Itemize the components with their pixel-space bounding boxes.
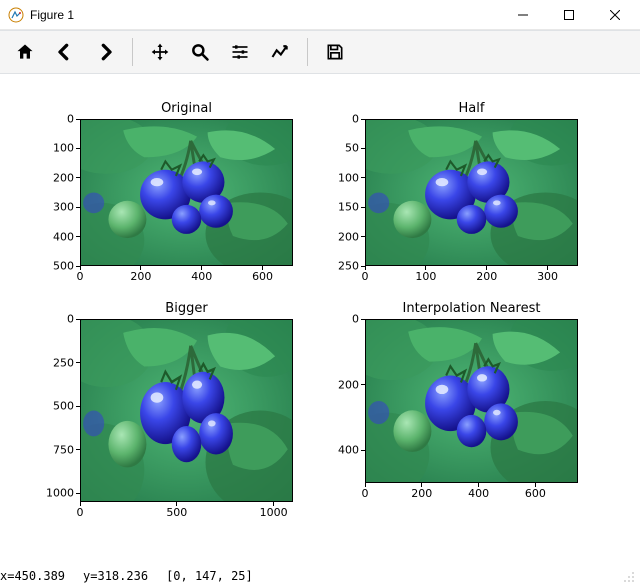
y-tick-label: 500	[34, 400, 74, 413]
x-tick-label: 1000	[260, 506, 288, 519]
y-tick-label: 500	[34, 260, 74, 273]
x-tick-label: 600	[525, 487, 546, 500]
axes-image	[80, 119, 293, 266]
y-tick-label: 400	[34, 230, 74, 243]
subplot: Half	[365, 119, 578, 266]
toolbar-separator	[307, 38, 308, 66]
y-tick-label: 0	[319, 113, 359, 126]
y-tick-label: 1000	[34, 487, 74, 500]
x-tick-label: 600	[252, 270, 273, 283]
y-tick-label: 750	[34, 443, 74, 456]
edit-parameters-button[interactable]	[261, 34, 299, 70]
x-tick-label: 500	[166, 506, 187, 519]
forward-button[interactable]	[86, 34, 124, 70]
x-tick-label: 400	[468, 487, 489, 500]
y-tick-label: 150	[319, 201, 359, 214]
app-icon	[8, 7, 24, 23]
configure-subplots-button[interactable]	[221, 34, 259, 70]
subplot: Interpolation Nearest	[365, 319, 578, 483]
matplotlib-toolbar	[0, 30, 640, 74]
minimize-button[interactable]	[500, 0, 546, 30]
y-tick-label: 400	[319, 444, 359, 457]
zoom-button[interactable]	[181, 34, 219, 70]
y-tick-label: 0	[34, 313, 74, 326]
axes-image	[365, 119, 578, 266]
back-button[interactable]	[46, 34, 84, 70]
y-tick-label: 0	[34, 113, 74, 126]
y-tick-label: 300	[34, 201, 74, 214]
axes-image	[365, 319, 578, 483]
figure-canvas[interactable]: Original	[0, 74, 640, 564]
toolbar-separator	[132, 38, 133, 66]
y-tick-label: 250	[34, 356, 74, 369]
window-titlebar: Figure 1	[0, 0, 640, 30]
status-bar: x=450.389 y=318.236 [0, 147, 25]	[0, 564, 640, 588]
x-tick-label: 200	[130, 270, 151, 283]
y-tick-label: 200	[34, 171, 74, 184]
subplot-title: Bigger	[80, 301, 293, 316]
cursor-pixel-value: [0, 147, 25]	[166, 569, 253, 583]
subplot: Bigger	[80, 319, 293, 502]
x-tick-label: 400	[191, 270, 212, 283]
maximize-button[interactable]	[546, 0, 592, 30]
x-tick-label: 200	[476, 270, 497, 283]
x-tick-label: 200	[411, 487, 432, 500]
subplot-title: Interpolation Nearest	[365, 301, 578, 316]
x-tick-label: 0	[362, 270, 369, 283]
y-tick-label: 200	[319, 378, 359, 391]
cursor-y: y=318.236	[83, 569, 148, 583]
subplot-title: Half	[365, 101, 578, 116]
y-tick-label: 50	[319, 142, 359, 155]
y-tick-label: 100	[34, 142, 74, 155]
x-tick-label: 0	[362, 487, 369, 500]
subplot: Original	[80, 119, 293, 266]
cursor-x: x=450.389	[0, 569, 65, 583]
y-tick-label: 0	[319, 313, 359, 326]
x-tick-label: 300	[537, 270, 558, 283]
resize-grip-icon[interactable]	[620, 568, 636, 584]
y-tick-label: 200	[319, 230, 359, 243]
axes-image	[80, 319, 293, 502]
window-title: Figure 1	[30, 8, 74, 22]
x-tick-label: 0	[77, 506, 84, 519]
x-tick-label: 100	[415, 270, 436, 283]
x-tick-label: 0	[77, 270, 84, 283]
subplot-title: Original	[80, 101, 293, 116]
y-tick-label: 100	[319, 171, 359, 184]
y-tick-label: 250	[319, 260, 359, 273]
close-button[interactable]	[592, 0, 638, 30]
pan-button[interactable]	[141, 34, 179, 70]
home-button[interactable]	[6, 34, 44, 70]
save-button[interactable]	[316, 34, 354, 70]
